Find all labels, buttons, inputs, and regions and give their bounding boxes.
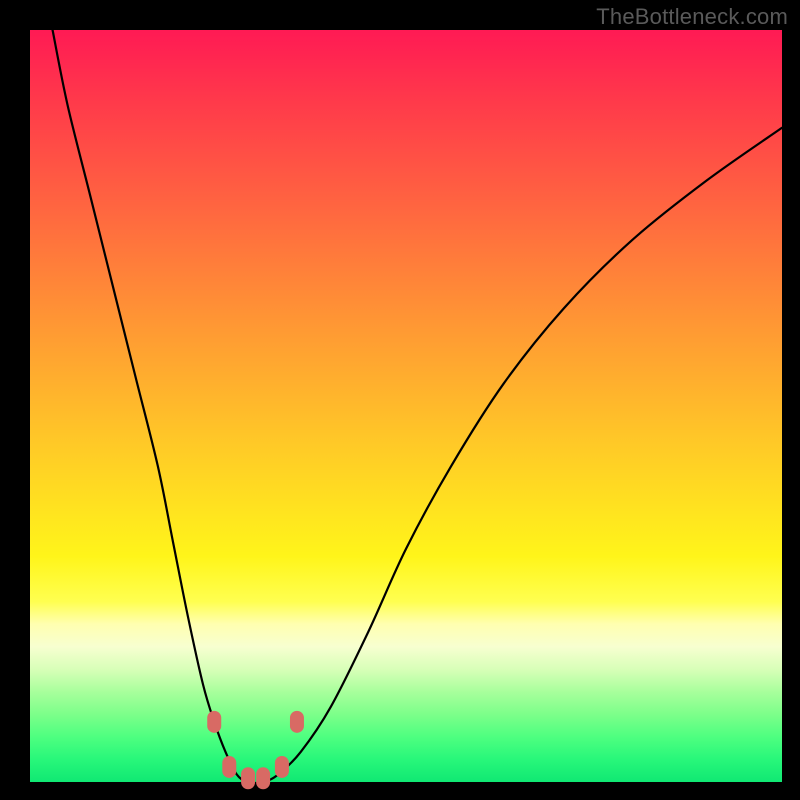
watermark-text: TheBottleneck.com bbox=[596, 4, 788, 30]
curve-marker bbox=[222, 756, 236, 778]
curve-marker bbox=[290, 711, 304, 733]
curve-markers bbox=[207, 711, 304, 789]
plot-area bbox=[30, 30, 782, 782]
curve-marker bbox=[256, 767, 270, 789]
chart-frame: TheBottleneck.com bbox=[0, 0, 800, 800]
bottleneck-curve bbox=[53, 30, 782, 783]
curve-svg bbox=[30, 30, 782, 782]
curve-marker bbox=[207, 711, 221, 733]
curve-marker bbox=[241, 767, 255, 789]
curve-marker bbox=[275, 756, 289, 778]
